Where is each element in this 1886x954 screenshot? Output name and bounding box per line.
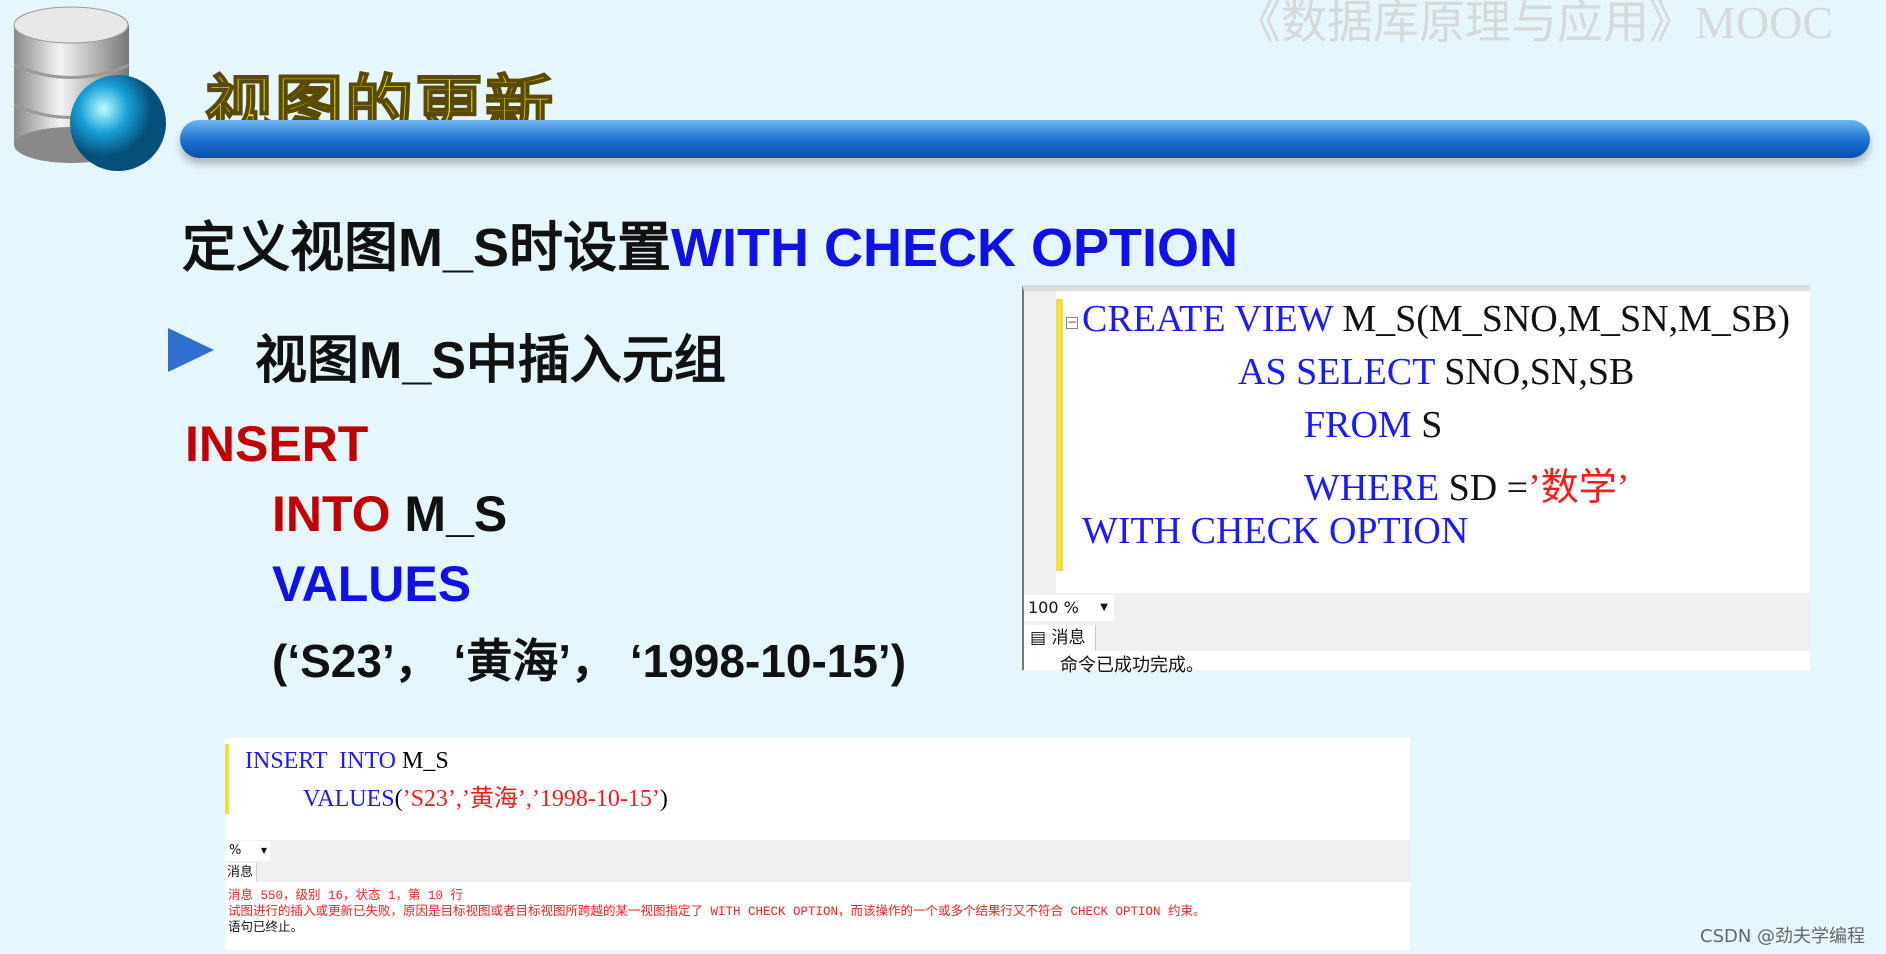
editor-toolbar: 100 % ▼ [1024, 593, 1810, 623]
results-tabbar: 消息 [225, 862, 1410, 882]
query-editor-create-view: − CREATE VIEW M_S(M_SNO,M_SN,M_SB) AS SE… [1022, 285, 1810, 676]
code-line: CREATE VIEW M_S(M_SNO,M_SN,M_SB) [1082, 298, 1791, 340]
code-line: AS SELECT SNO,SN,SB [1238, 351, 1635, 393]
course-watermark: 《数据库原理与应用》MOOC [1235, 0, 1834, 48]
database-globe-icon [13, 6, 166, 171]
success-message: 命令已成功完成。 [1060, 655, 1204, 676]
section-heading: 定义视图M_S时设置WITH CHECK OPTION [182, 203, 1238, 282]
zoom-select[interactable]: % ▼ [225, 841, 270, 861]
editor-toolbar: % ▼ [225, 840, 1410, 862]
sql-table: M_S [390, 486, 508, 542]
code-line: WITH CHECK OPTION [1082, 510, 1469, 552]
subheading: 视图M_S中插入元组 [255, 332, 726, 390]
bullet-triangle-icon [168, 328, 214, 372]
query-editor-insert: INSERT INTO M_S VALUES(’S23’,’黄海’,’1998-… [225, 738, 1410, 950]
heading-keyword: WITH CHECK OPTION [671, 218, 1239, 278]
changed-lines-marker [1056, 299, 1063, 571]
results-tabbar: ▤ 消息 [1024, 623, 1810, 651]
error-message: 试图进行的插入或更新已失败，原因是目标视图或者目标视图所跨越的某一视图指定了 W… [228, 905, 1206, 919]
sql-into-line: INTO M_S [272, 485, 507, 543]
code-line: FROM S [1304, 404, 1443, 446]
title-bar-decoration [180, 120, 1870, 158]
author-credit: CSDN @劲夫学编程 [1700, 926, 1866, 947]
messages-tab[interactable]: ▤ 消息 [1024, 625, 1096, 651]
code-line: WHERE SD =’数学’ [1304, 467, 1630, 509]
sql-values: VALUES [272, 556, 472, 612]
code-line: INSERT INTO M_S [245, 748, 449, 774]
sql-into: INTO [272, 486, 391, 542]
sql-tuple: (‘S23’， ‘黄海’， ‘1998-10-15’) [272, 635, 907, 687]
changed-lines-marker [225, 744, 229, 814]
statement-terminated: 语句已终止。 [228, 921, 304, 935]
code-line: VALUES(’S23’,’黄海’,’1998-10-15’) [303, 786, 668, 812]
collapse-icon[interactable]: − [1066, 316, 1078, 329]
heading-text: 定义视图M_S时设置 [182, 218, 672, 278]
sql-insert: INSERT [185, 416, 369, 472]
messages-tab[interactable]: 消息 [225, 863, 257, 882]
zoom-select[interactable]: 100 % ▼ [1024, 595, 1114, 621]
editor-gutter [1024, 291, 1056, 593]
